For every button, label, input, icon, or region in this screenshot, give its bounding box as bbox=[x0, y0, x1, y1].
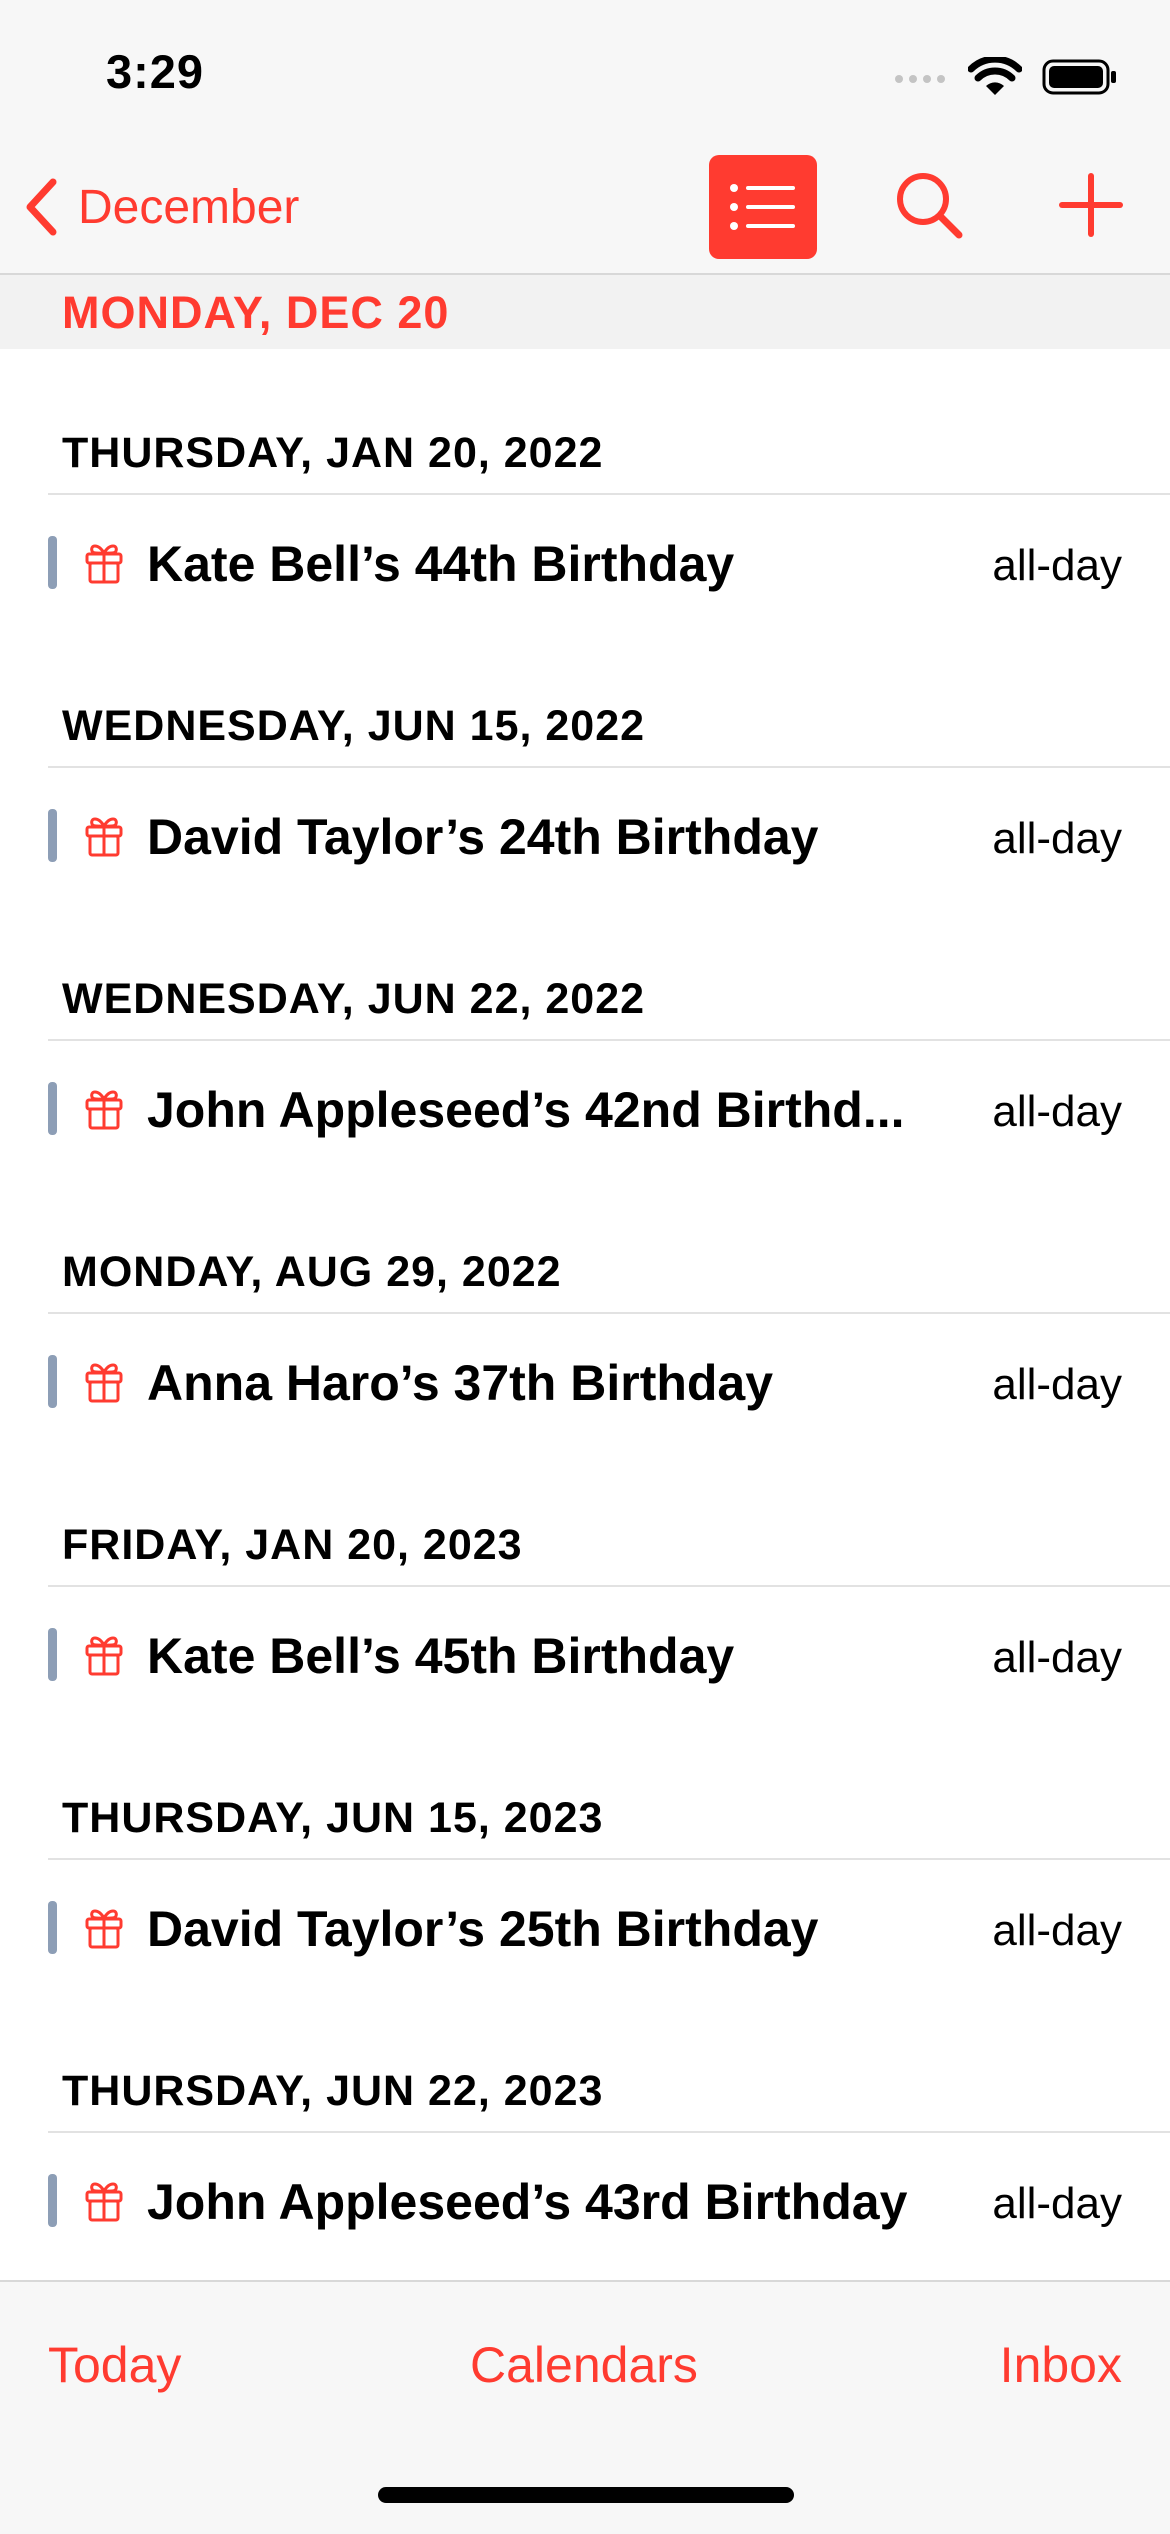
event-time: all-day bbox=[992, 814, 1122, 863]
gift-icon bbox=[85, 2182, 123, 2222]
event-section: THURSDAY, JAN 20, 2022 Kate Bell’s 44th … bbox=[0, 349, 1170, 622]
event-title: David Taylor’s 24th Birthday bbox=[147, 809, 819, 865]
wifi-icon bbox=[968, 57, 1022, 95]
events-list[interactable]: THURSDAY, JAN 20, 2022 Kate Bell’s 44th … bbox=[0, 349, 1170, 2279]
section-date: THURSDAY, JUN 22, 2023 bbox=[62, 2067, 604, 2115]
gift-icon bbox=[85, 1090, 123, 1130]
cellular-signal-icon bbox=[895, 75, 945, 83]
status-time: 3:29 bbox=[106, 45, 205, 98]
calendar-color-bar bbox=[48, 1901, 57, 1954]
event-row[interactable]: Anna Haro’s 37th Birthday all-day bbox=[0, 1314, 1170, 1441]
calendar-color-bar bbox=[48, 1355, 57, 1408]
event-time: all-day bbox=[992, 1087, 1122, 1136]
event-time: all-day bbox=[992, 1633, 1122, 1682]
navigation-bar: December bbox=[0, 140, 1170, 275]
calendar-color-bar bbox=[48, 809, 57, 862]
event-section: THURSDAY, JUN 15, 2023 David Taylor’s 25… bbox=[0, 1714, 1170, 1987]
today-button[interactable]: Today bbox=[48, 2336, 181, 2394]
list-view-button[interactable] bbox=[709, 155, 817, 259]
event-row[interactable]: David Taylor’s 24th Birthday all-day bbox=[0, 768, 1170, 895]
section-date: FRIDAY, JAN 20, 2023 bbox=[62, 1521, 523, 1569]
section-date: THURSDAY, JUN 15, 2023 bbox=[62, 1794, 604, 1842]
plus-icon[interactable] bbox=[1056, 170, 1126, 240]
gift-icon bbox=[85, 817, 123, 857]
gift-icon bbox=[85, 1363, 123, 1403]
chevron-left-icon bbox=[26, 178, 57, 236]
event-section: WEDNESDAY, JUN 22, 2022 John Appleseed’s… bbox=[0, 895, 1170, 1168]
event-title: John Appleseed’s 43rd Birthday bbox=[147, 2174, 908, 2230]
gift-icon bbox=[85, 1636, 123, 1676]
battery-icon bbox=[1042, 59, 1116, 95]
section-date: WEDNESDAY, JUN 22, 2022 bbox=[62, 975, 646, 1023]
event-section: THURSDAY, JUN 22, 2023 John Appleseed’s … bbox=[0, 1987, 1170, 2260]
calendars-button[interactable]: Calendars bbox=[470, 2336, 698, 2394]
status-bar: 3:29 bbox=[0, 0, 1170, 140]
status-icons bbox=[894, 52, 1118, 102]
event-row[interactable]: David Taylor’s 25th Birthday all-day bbox=[0, 1860, 1170, 1987]
event-time: all-day bbox=[992, 541, 1122, 590]
gift-icon bbox=[85, 544, 123, 584]
event-time: all-day bbox=[992, 1360, 1122, 1409]
event-title: Kate Bell’s 44th Birthday bbox=[147, 536, 735, 592]
event-title: David Taylor’s 25th Birthday bbox=[147, 1901, 819, 1957]
event-row[interactable]: Kate Bell’s 45th Birthday all-day bbox=[0, 1587, 1170, 1714]
event-row[interactable]: John Appleseed’s 43rd Birthday all-day bbox=[0, 2133, 1170, 2260]
calendar-color-bar bbox=[48, 1082, 57, 1135]
current-day-header: MONDAY, DEC 20 bbox=[0, 275, 1170, 349]
section-date: THURSDAY, JAN 20, 2022 bbox=[62, 429, 604, 477]
search-icon[interactable] bbox=[894, 170, 964, 240]
back-button[interactable]: December bbox=[24, 174, 299, 240]
event-title: Kate Bell’s 45th Birthday bbox=[147, 1628, 735, 1684]
section-date: MONDAY, AUG 29, 2022 bbox=[62, 1248, 562, 1296]
calendar-color-bar bbox=[48, 536, 57, 589]
event-section: WEDNESDAY, JUN 15, 2022 David Taylor’s 2… bbox=[0, 622, 1170, 895]
event-time: all-day bbox=[992, 1906, 1122, 1955]
event-title: John Appleseed’s 42nd Birthd... bbox=[147, 1082, 905, 1138]
event-row[interactable]: Kate Bell’s 44th Birthday all-day bbox=[0, 495, 1170, 622]
back-label: December bbox=[78, 180, 300, 234]
inbox-button[interactable]: Inbox bbox=[1000, 2336, 1122, 2394]
event-title: Anna Haro’s 37th Birthday bbox=[147, 1355, 774, 1411]
gift-icon bbox=[85, 1909, 123, 1949]
calendar-color-bar bbox=[48, 1628, 57, 1681]
current-day-label: MONDAY, DEC 20 bbox=[62, 287, 450, 338]
event-section: MONDAY, AUG 29, 2022 Anna Haro’s 37th Bi… bbox=[0, 1168, 1170, 1441]
event-time: all-day bbox=[992, 2179, 1122, 2228]
event-section: FRIDAY, JAN 20, 2023 Kate Bell’s 45th Bi… bbox=[0, 1441, 1170, 1714]
list-icon bbox=[730, 184, 795, 230]
home-indicator[interactable] bbox=[378, 2487, 794, 2503]
calendar-color-bar bbox=[48, 2174, 57, 2227]
section-date: WEDNESDAY, JUN 15, 2022 bbox=[62, 702, 646, 750]
event-row[interactable]: John Appleseed’s 42nd Birthd... all-day bbox=[0, 1041, 1170, 1168]
